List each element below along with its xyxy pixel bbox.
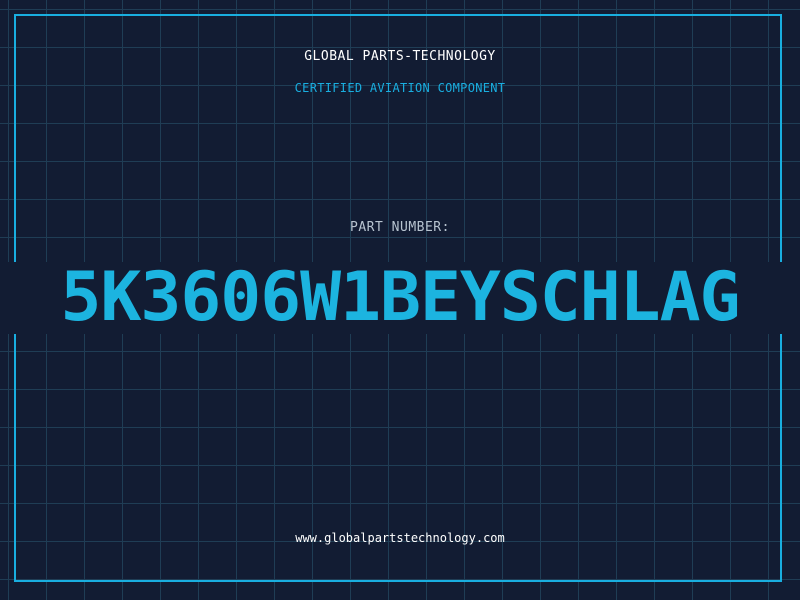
- company-name: GLOBAL PARTS-TECHNOLOGY: [304, 49, 496, 64]
- website-url: www.globalpartstechnology.com: [295, 531, 505, 545]
- part-number-value: 5K3606W1BEYSCHLAG: [60, 258, 741, 337]
- part-number-label: PART NUMBER:: [350, 220, 450, 235]
- certification-tagline: CERTIFIED AVIATION COMPONENT: [294, 81, 506, 95]
